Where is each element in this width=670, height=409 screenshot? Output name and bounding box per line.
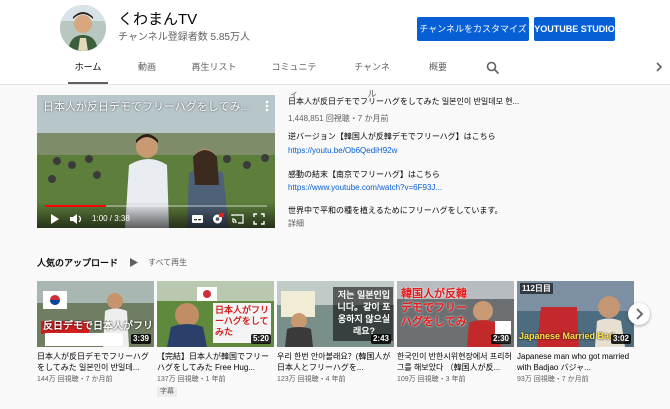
read-more-link[interactable]: 詳細 (288, 218, 618, 229)
time-display: 1:00 / 3:38 (92, 214, 130, 223)
thumbnail-caption: 反日デモで日本人がフリーハ (43, 321, 153, 332)
channel-tabs: ホーム 動画 再生リスト コミュニティ チャンネル 概要 (0, 54, 670, 99)
video-title[interactable]: 우리 한번 안아볼래요？(韓国人が日本人とフリーハグを... (277, 351, 394, 373)
subtitles-icon[interactable] (191, 213, 204, 225)
shelf-next-button[interactable] (628, 303, 650, 325)
chevron-right-icon[interactable] (653, 60, 665, 74)
video-title[interactable]: Japanese man who got married with Badjao… (517, 351, 634, 373)
play-icon[interactable] (50, 213, 60, 225)
day-tag: 112日目 (520, 283, 553, 294)
video-thumbnail[interactable]: 反日デモで日本人がフリーハ 3:39 (37, 281, 154, 347)
subtitles-badge: 字幕 (157, 387, 177, 397)
description-link[interactable]: https://youtu.be/Ob6QediH92w (288, 145, 618, 156)
player-title-overlay[interactable]: 日本人が反日デモでフリーハグをしてみ... (43, 101, 253, 114)
progress-bar[interactable] (45, 205, 267, 207)
video-meta: 137万 回視聴・1 年前 (157, 376, 226, 383)
description-link[interactable]: https://www.youtube.com/watch?v=6F93J... (288, 182, 618, 193)
description-line: 感動の結末【南京でフリーハグ】はこちら (288, 170, 440, 179)
tab-playlists[interactable]: 再生リスト (190, 54, 238, 84)
settings-icon[interactable] (211, 213, 224, 225)
play-all-label: すべて再生 (148, 258, 188, 267)
volume-icon[interactable] (69, 213, 83, 225)
fullscreen-icon[interactable] (253, 213, 265, 225)
featured-video-meta: 1,448,851 回視聴・7 か月前 (288, 114, 389, 123)
video-thumbnail[interactable]: 저는 일본인입니다。같이 포옹하지 않으실래요? 2:43 (277, 281, 394, 347)
description-line: 逆バージョン【韓国人が反韓デモでフリーハグ】はこちら (288, 132, 496, 141)
progress-fill (45, 205, 107, 207)
video-title[interactable]: 한국인이 반한시위현장에서 프리허그를 해보았다 （韓国人が反... (397, 351, 514, 373)
cast-icon[interactable] (231, 213, 244, 225)
video-meta: 123万 回視聴・4 年前 (277, 376, 346, 383)
featured-video-title[interactable]: 日本人が反日デモでフリーハグをしてみた 일본인이 반일데모 현... (288, 96, 618, 107)
header-divider (0, 84, 670, 85)
video-card[interactable]: 저는 일본인입니다。같이 포옹하지 않으실래요? 2:43 우리 한번 안아볼래… (277, 281, 394, 406)
thumbnail-caption: 저는 일본인입니다。같이 포옹하지 않으실래요? (337, 290, 391, 336)
video-thumbnail[interactable]: 112日目 Japanese Married Bad 3:02 (517, 281, 634, 347)
channel-name: くわまんTV (118, 11, 198, 28)
more-options-icon[interactable] (263, 99, 271, 113)
video-meta: 109万 回視聴・3 年前 (397, 376, 466, 383)
tab-videos[interactable]: 動画 (132, 54, 162, 84)
tab-home[interactable]: ホーム (68, 54, 108, 84)
channel-header: くわまんTV チャンネル登録者数 5.85万人 チャンネルをカスタマイズ YOU… (0, 0, 670, 99)
video-card[interactable]: 112日目 Japanese Married Bad 3:02 Japanese… (517, 281, 634, 406)
video-title[interactable]: 日本人が反日デモでフリーハグをしてみた 일본인이 반일데... (37, 351, 154, 373)
search-icon[interactable] (486, 61, 500, 75)
video-duration: 3:02 (610, 334, 631, 344)
description-line: 世界中で平和の種を植えるためにフリーハグをしています。 (288, 206, 503, 215)
chevron-right-icon (636, 308, 644, 320)
player-controls: 1:00 / 3:38 (37, 202, 275, 228)
video-meta: 93万 回視聴・7 か月前 (517, 376, 589, 383)
video-duration: 2:43 (370, 334, 391, 344)
video-duration: 5:20 (250, 334, 271, 344)
video-duration: 2:30 (490, 334, 511, 344)
thumbnail-caption: 韓国人が反韓デモでフリーハグをしてみ (401, 288, 467, 328)
play-icon (130, 258, 138, 267)
channel-avatar[interactable] (60, 5, 106, 51)
subscriber-count: チャンネル登録者数 5.85万人 (118, 32, 250, 43)
video-card[interactable]: 日本人がフリーハグをしてみた 5:20 【完結】日本人が韓国でフリーハグをしてみ… (157, 281, 274, 406)
video-duration: 3:39 (130, 334, 151, 344)
video-title[interactable]: 【完結】日本人が韓国でフリーハグをしてみた Free Hug... (157, 351, 274, 373)
avatar-image (60, 5, 106, 51)
video-thumbnail[interactable]: 日本人がフリーハグをしてみた 5:20 (157, 281, 274, 347)
featured-video-player[interactable]: 日本人が反日デモでフリーハグをしてみ... 1:00 / 3:38 (37, 95, 275, 228)
video-card[interactable]: 韓国人が反韓デモでフリーハグをしてみ 2:30 한국인이 반한시위현장에서 프리… (397, 281, 514, 406)
shelf-title[interactable]: 人気のアップロード (37, 257, 118, 269)
youtube-studio-button[interactable]: YOUTUBE STUDIO (534, 17, 615, 41)
tab-channels[interactable]: チャンネル (350, 54, 394, 99)
customize-channel-button[interactable]: チャンネルをカスタマイズ (417, 17, 529, 41)
tab-community[interactable]: コミュニティ (268, 54, 320, 99)
video-card[interactable]: 反日デモで日本人がフリーハ 3:39 日本人が反日デモでフリーハグをしてみた 일… (37, 281, 154, 406)
tab-about[interactable]: 概要 (424, 54, 452, 84)
video-thumbnail[interactable]: 韓国人が反韓デモでフリーハグをしてみ 2:30 (397, 281, 514, 347)
video-meta: 144万 回視聴・7 か月前 (37, 376, 113, 383)
